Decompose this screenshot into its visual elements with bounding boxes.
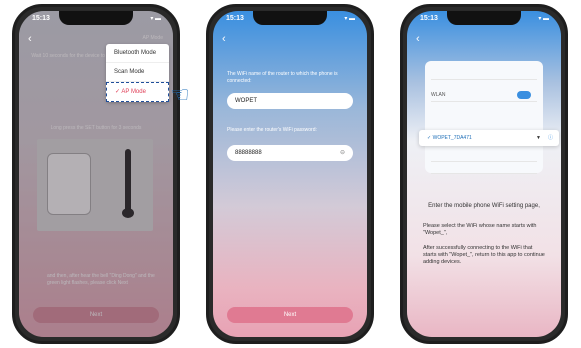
pointing-hand-icon: ☜ — [170, 82, 190, 107]
enter-title: Enter the mobile phone WiFi setting page… — [428, 203, 540, 209]
wifi-signal-icon: ▼ — [536, 135, 541, 141]
status-bar: 15:13 ▾ ▬ — [19, 13, 173, 25]
back-icon[interactable]: ‹ — [416, 33, 420, 45]
password-field[interactable]: 88888888 ⊖ — [227, 145, 353, 161]
status-time: 15:13 — [226, 15, 244, 22]
status-bar: 15:13 ▾ ▬ — [407, 13, 561, 25]
selected-wifi-name: WOPET_7DA471 — [432, 135, 472, 141]
menu-item-scan[interactable]: Scan Mode — [106, 63, 169, 82]
menu-item-ap-label: AP Mode — [121, 89, 146, 95]
password-prompt: Please enter the router's WiFi password: — [227, 127, 317, 133]
status-bar: 15:13 ▾ ▬ — [213, 13, 367, 25]
wlan-label: WLAN — [431, 92, 446, 98]
wlan-toggle — [517, 91, 531, 99]
wlan-row: WLAN — [431, 89, 537, 102]
signal-battery-icon: ▾ ▬ — [538, 16, 549, 22]
back-icon[interactable]: ‹ — [222, 33, 226, 45]
screen: 15:13 ▾ ▬ ‹ The WiFi name of the router … — [213, 11, 367, 337]
wifi-name-field[interactable]: WOPET — [227, 93, 353, 109]
menu-item-ap[interactable]: ✓ AP Mode — [106, 82, 169, 102]
mode-menu: Bluetooth Mode Scan Mode ✓ AP Mode — [106, 44, 169, 102]
phone-wifi-setup: 15:13 ▾ ▬ ‹ The WiFi name of the router … — [206, 4, 374, 344]
phone-wifi-instructions: 15:13 ▾ ▬ ‹ WLAN ✓ WOPET_7DA471 ▼ ⓘ Enter … — [400, 4, 568, 344]
status-time: 15:13 — [420, 15, 438, 22]
wifi-list-row — [431, 161, 537, 174]
instruction-line-1: Please select the WiFi whose name starts… — [423, 223, 537, 236]
wifi-name-prompt: The WiFi name of the router to which the… — [227, 71, 338, 84]
eye-icon[interactable]: ⊖ — [340, 145, 345, 161]
info-icon: ⓘ — [547, 135, 553, 141]
selected-wifi-row: ✓ WOPET_7DA471 ▼ ⓘ — [419, 130, 559, 146]
screen: 15:13 ▾ ▬ ‹ WLAN ✓ WOPET_7DA471 ▼ ⓘ Enter … — [407, 11, 561, 337]
next-button[interactable]: Next — [227, 307, 353, 323]
password-value: 88888888 — [235, 150, 262, 156]
wifi-header-row — [431, 67, 537, 80]
instruction-line-2: After successfully connecting to the WiF… — [423, 245, 545, 265]
wifi-settings-illustration: WLAN ✓ WOPET_7DA471 ▼ ⓘ — [419, 61, 559, 174]
menu-item-bluetooth[interactable]: Bluetooth Mode — [106, 44, 169, 63]
phone-ap-mode: 15:13 ▾ ▬ ‹ AP Mode Wait 10 seconds for … — [12, 4, 180, 344]
status-time: 15:13 — [32, 15, 50, 22]
signal-battery-icon: ▾ ▬ — [150, 16, 161, 22]
back-icon[interactable]: ‹ — [28, 33, 32, 45]
signal-battery-icon: ▾ ▬ — [344, 16, 355, 22]
screen: 15:13 ▾ ▬ ‹ AP Mode Wait 10 seconds for … — [19, 11, 173, 337]
